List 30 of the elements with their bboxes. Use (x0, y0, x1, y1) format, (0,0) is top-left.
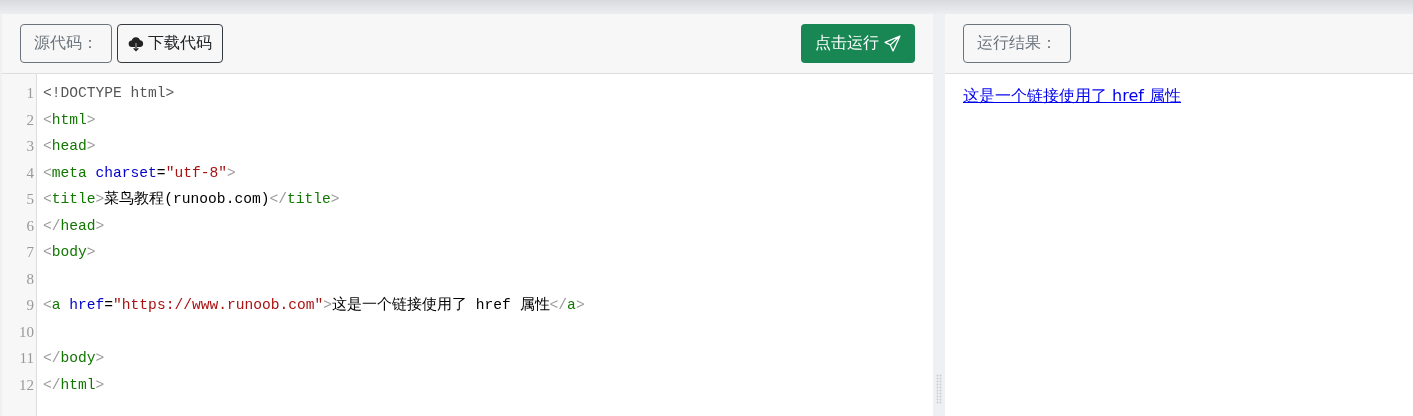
line-number: 3 (25, 137, 35, 156)
code-line: <html> (43, 111, 96, 128)
run-button[interactable]: 点击运行 (801, 24, 915, 63)
code-line: <meta charset="utf-8"> (43, 164, 236, 181)
code-line: <!DOCTYPE html> (43, 85, 175, 101)
line-number: 6 (25, 216, 35, 236)
send-icon (884, 35, 901, 52)
line-number: 8 (25, 269, 35, 289)
code-line: <a href="https://www.runoob.com">这是一个链接使用了 href 属性</a> (43, 297, 585, 313)
line-number: 4 (25, 163, 35, 183)
line-number: 9 (25, 296, 35, 315)
code-line: <title>菜鸟教程(runoob.com)</title> (43, 191, 340, 207)
line-number: 5 (25, 190, 35, 209)
line-number: 10 (18, 322, 35, 342)
code-line: </body> (43, 350, 105, 366)
source-code-label: 源代码： (20, 24, 112, 63)
code-line: <head> (43, 138, 96, 154)
resize-handle-icon[interactable] (936, 374, 942, 404)
line-number: 7 (25, 243, 35, 262)
result-label: 运行结果： (963, 24, 1071, 63)
code-line: <body> (43, 244, 96, 260)
line-number: 1 (25, 84, 35, 103)
code-line: </html> (43, 376, 105, 393)
result-link[interactable]: 这是一个链接使用了 href 属性 (963, 86, 1181, 105)
cloud-download-icon (128, 35, 144, 52)
download-button[interactable]: 下载代码 (117, 24, 223, 63)
line-number: 12 (18, 375, 35, 395)
line-number: 11 (18, 349, 35, 368)
line-number: 2 (25, 110, 35, 130)
code-line: </head> (43, 217, 105, 234)
